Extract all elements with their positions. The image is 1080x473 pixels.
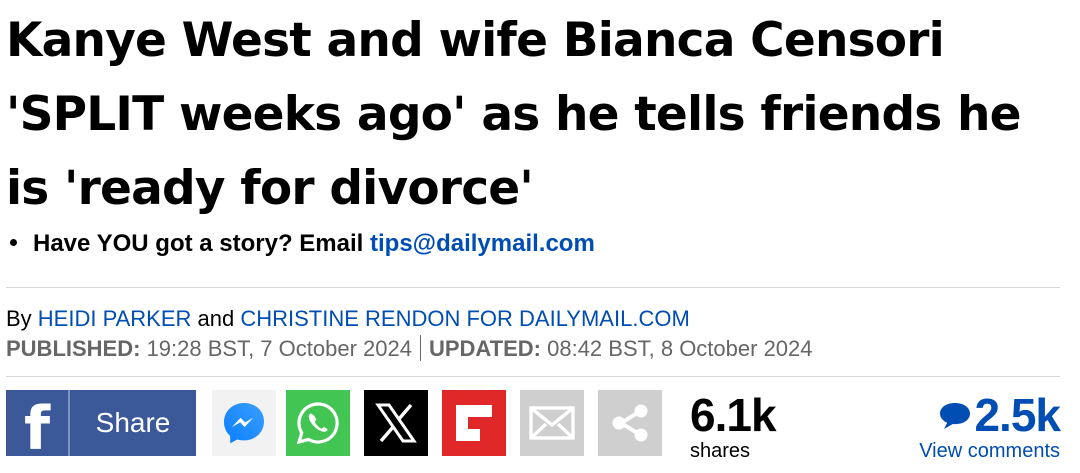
author-link-heidi-parker[interactable]: HEIDI PARKER xyxy=(38,306,192,331)
byline-and: and xyxy=(191,306,241,331)
author-link-christine-rendon[interactable]: CHRISTINE RENDON FOR DAILYMAIL.COM xyxy=(240,306,689,331)
updated-date: 08:42 BST, 8 October 2024 xyxy=(541,336,813,361)
divider-bottom xyxy=(6,376,1060,377)
comment-count-value[interactable]: 2.5k xyxy=(974,392,1061,438)
share-count-value: 6.1k xyxy=(690,389,777,441)
facebook-share-label: Share xyxy=(95,407,171,438)
messenger-share-button[interactable] xyxy=(212,390,276,456)
flipboard-share-button[interactable] xyxy=(442,390,506,456)
share-count-label: shares xyxy=(690,440,751,462)
share-count: 6.1k shares xyxy=(690,389,777,462)
comment-count[interactable]: 2.5k View comments xyxy=(919,392,1061,462)
bullet-dot xyxy=(10,239,17,247)
x-share-button[interactable] xyxy=(364,390,428,456)
tips-email-link[interactable]: tips@dailymail.com xyxy=(370,230,595,257)
article-headline: Kanye West and wife Bianca Censori 'SPLI… xyxy=(6,13,1022,216)
byline: By HEIDI PARKER and CHRISTINE RENDON FOR… xyxy=(6,304,690,334)
view-comments-link[interactable]: View comments xyxy=(919,440,1060,462)
published-label: PUBLISHED: xyxy=(6,336,141,361)
facebook-icon: f xyxy=(6,390,70,462)
email-icon xyxy=(529,406,575,440)
comment-bubble-icon xyxy=(940,403,971,429)
updated-label: UPDATED: xyxy=(428,336,541,361)
messenger-icon xyxy=(224,403,264,444)
story-tip-text: Have YOU got a story? Email xyxy=(33,230,370,257)
x-icon xyxy=(375,403,417,443)
story-tip: Have YOU got a story? Email tips@dailyma… xyxy=(10,228,595,260)
share-icon xyxy=(612,404,648,442)
generic-share-button[interactable] xyxy=(598,390,662,456)
published-date: 19:28 BST, 7 October 2024 xyxy=(140,336,412,361)
date-separator xyxy=(419,335,421,362)
facebook-letter: f xyxy=(23,394,51,464)
article-dates: PUBLISHED: 19:28 BST, 7 October 2024 UPDA… xyxy=(6,334,813,364)
divider-top xyxy=(6,287,1060,288)
whatsapp-share-button[interactable] xyxy=(286,390,350,456)
whatsapp-icon xyxy=(296,402,339,445)
flipboard-icon xyxy=(456,405,492,441)
comment-count-value-row[interactable]: 2.5k xyxy=(919,392,1061,438)
byline-by: By xyxy=(6,306,38,331)
email-share-button[interactable] xyxy=(520,390,584,456)
facebook-share-button[interactable]: f Share xyxy=(6,390,196,462)
